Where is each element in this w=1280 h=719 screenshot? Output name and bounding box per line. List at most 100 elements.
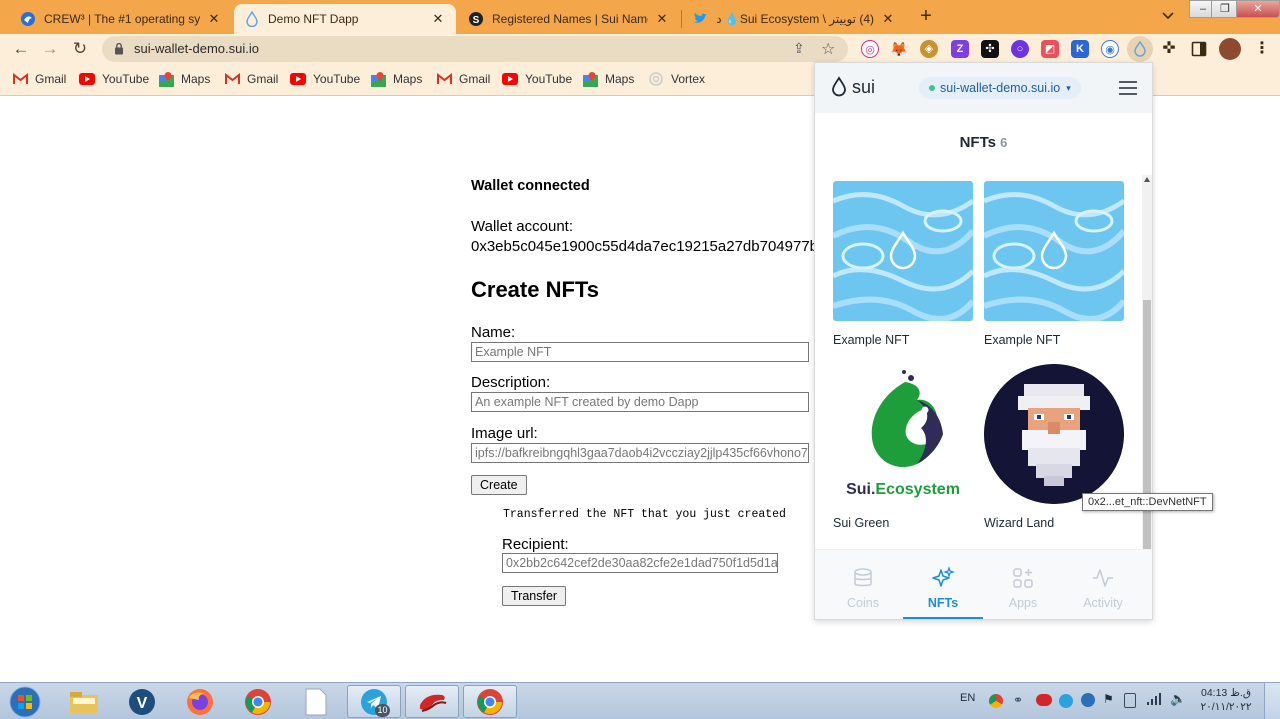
- restore-button[interactable]: ❐: [1211, 0, 1239, 18]
- sui-drop-icon: [244, 11, 260, 27]
- taskbar-document[interactable]: [289, 685, 343, 718]
- tab-registered-names[interactable]: S Registered Names | Sui Name Se ✕: [458, 4, 680, 34]
- nft-card-image[interactable]: Sui.Ecosystem: [833, 364, 973, 504]
- metamask-fox-icon[interactable]: 🦊: [890, 40, 908, 58]
- extension-icon[interactable]: ✣: [981, 40, 999, 58]
- bookmark-star-icon[interactable]: ☆: [821, 39, 835, 59]
- scrollbar-thumb[interactable]: [1143, 300, 1151, 549]
- transfer-button[interactable]: Transfer: [502, 586, 567, 606]
- name-input[interactable]: Example NFT: [471, 342, 809, 362]
- address-bar[interactable]: sui-wallet-demo.sui.io ⇪ ☆: [102, 36, 848, 62]
- bookmark-maps[interactable]: Maps: [370, 71, 422, 87]
- browser-menu-icon[interactable]: ⋮: [1253, 40, 1271, 58]
- back-arrow-icon[interactable]: ←: [9, 37, 33, 61]
- side-panel-icon[interactable]: [1190, 40, 1208, 58]
- puzzle-extensions-icon[interactable]: ✜: [1160, 40, 1178, 58]
- nav-label: NFTs: [927, 596, 959, 610]
- create-button[interactable]: Create: [471, 475, 527, 495]
- blank-document-icon: [305, 688, 327, 715]
- tray-red-app-icon[interactable]: [1036, 694, 1052, 706]
- scroll-up-arrow-icon[interactable]: [1144, 177, 1150, 182]
- sui-wallet-extension-icon[interactable]: [1127, 36, 1153, 62]
- sui-wallet-popup: sui sui-wallet-demo.sui.io ▾ NFTs 6 Exam…: [814, 62, 1153, 620]
- reload-icon[interactable]: ↻: [68, 37, 92, 61]
- bookmark-maps[interactable]: Maps: [582, 71, 634, 87]
- tray-device-icon[interactable]: [1124, 693, 1136, 708]
- example-nft-image: [833, 181, 973, 321]
- bookmark-gmail[interactable]: Gmail: [224, 71, 278, 87]
- show-desktop-button[interactable]: [1264, 683, 1280, 719]
- nav-nfts[interactable]: NFTs: [903, 550, 983, 619]
- profile-avatar[interactable]: [1219, 38, 1241, 60]
- close-tab-icon[interactable]: ✕: [206, 11, 222, 27]
- bookmark-youtube[interactable]: YouTube: [290, 71, 360, 87]
- vortex-v-icon: V: [129, 688, 155, 715]
- clock[interactable]: 04:13 ق.ظ ۲۰/۱۱/۲۰۲۲: [1196, 686, 1256, 714]
- bookmark-maps[interactable]: Maps: [158, 71, 210, 87]
- tray-chrome-icon[interactable]: [989, 694, 1003, 708]
- name-placeholder: Example NFT: [475, 345, 552, 359]
- network-signal-icon[interactable]: [1146, 692, 1162, 711]
- taskbar-anydesk[interactable]: [405, 685, 459, 718]
- coins-icon: [854, 568, 872, 587]
- tab-demo-nft-dapp[interactable]: Demo NFT Dapp ✕: [234, 4, 456, 34]
- forward-arrow-icon[interactable]: →: [38, 37, 62, 61]
- recipient-input[interactable]: 0x2bb2c642cef2de30aa82cfe2e1dad750f1d5d1…: [502, 553, 778, 573]
- tray-link-icon[interactable]: ⚭: [1013, 693, 1023, 707]
- language-indicator[interactable]: EN: [960, 692, 975, 704]
- account-address: 0x3eb5c045e1900c55d4da7ec19215a27db70497…: [471, 238, 819, 255]
- nft-name: Example NFT: [984, 333, 1061, 347]
- taskbar-vortex[interactable]: V: [115, 685, 169, 718]
- taskbar-telegram[interactable]: 10: [347, 685, 401, 718]
- extension-icon[interactable]: ◈: [920, 40, 938, 58]
- tab-crew3[interactable]: CREW³ | The #1 operating system ✕: [10, 4, 232, 34]
- image-url-input[interactable]: ipfs://bafkreibngqhl3gaa7daob4i2vccziay2…: [471, 443, 809, 463]
- extension-icon[interactable]: ◉: [1101, 40, 1119, 58]
- taskbar-chrome[interactable]: [231, 685, 285, 718]
- description-input[interactable]: An example NFT created by demo Dapp: [471, 392, 809, 412]
- extension-icon[interactable]: K: [1071, 40, 1089, 58]
- bookmark-youtube[interactable]: YouTube: [502, 71, 572, 87]
- bookmark-label: YouTube: [102, 72, 150, 86]
- taskbar-firefox[interactable]: [173, 685, 227, 718]
- extension-icon[interactable]: ◎: [861, 40, 879, 58]
- nav-coins[interactable]: Coins: [823, 550, 903, 619]
- tray-flag-icon[interactable]: ⚑: [1103, 692, 1114, 706]
- nav-apps[interactable]: Apps: [983, 550, 1063, 619]
- svg-text:Sui.Ecosystem: Sui.Ecosystem: [846, 481, 960, 498]
- nft-card-image[interactable]: [984, 364, 1124, 504]
- red-app-icon: [420, 694, 447, 712]
- hamburger-menu-icon[interactable]: [1119, 81, 1137, 95]
- nft-count: 6: [1000, 135, 1008, 150]
- transfer-message: Transferred the NFT that you just create…: [503, 508, 786, 521]
- share-icon[interactable]: ⇪: [793, 40, 805, 57]
- close-tab-icon[interactable]: ✕: [880, 11, 896, 27]
- tab-twitter[interactable]: (4) توییتر \ Sui Ecosystem💧 در توییت ✕: [682, 4, 906, 34]
- sui-logo: sui: [831, 76, 875, 98]
- close-tab-icon[interactable]: ✕: [654, 11, 670, 27]
- close-tab-icon[interactable]: ✕: [430, 11, 446, 27]
- nft-card-image[interactable]: [833, 181, 973, 321]
- sui-logo-text: sui: [852, 76, 876, 97]
- window-close-button[interactable]: ✕: [1236, 0, 1280, 18]
- start-button[interactable]: [2, 685, 48, 718]
- nav-activity[interactable]: Activity: [1063, 550, 1143, 619]
- new-tab-button[interactable]: +: [914, 5, 938, 29]
- bookmark-gmail[interactable]: Gmail: [436, 71, 490, 87]
- extension-icon[interactable]: ○: [1011, 40, 1029, 58]
- tray-vortex-icon[interactable]: [1081, 693, 1095, 707]
- tab-search-chevron-icon[interactable]: [1158, 6, 1178, 26]
- nft-card-image[interactable]: [984, 181, 1124, 321]
- taskbar-chrome-active[interactable]: [463, 685, 517, 718]
- wallet-status: Wallet connected: [471, 178, 590, 194]
- bookmark-vortex[interactable]: Vortex: [648, 71, 705, 87]
- bookmark-gmail[interactable]: Gmail: [12, 71, 66, 87]
- tray-telegram-icon[interactable]: [1059, 694, 1073, 708]
- bookmark-youtube[interactable]: YouTube: [79, 71, 149, 87]
- extension-icon[interactable]: ◩: [1041, 40, 1059, 58]
- volume-icon[interactable]: 🔈: [1170, 691, 1186, 707]
- crew3-icon: [20, 11, 36, 27]
- extension-icon[interactable]: Z: [951, 40, 969, 58]
- taskbar-explorer[interactable]: [57, 685, 111, 718]
- connected-site-selector[interactable]: sui-wallet-demo.sui.io ▾: [919, 77, 1081, 99]
